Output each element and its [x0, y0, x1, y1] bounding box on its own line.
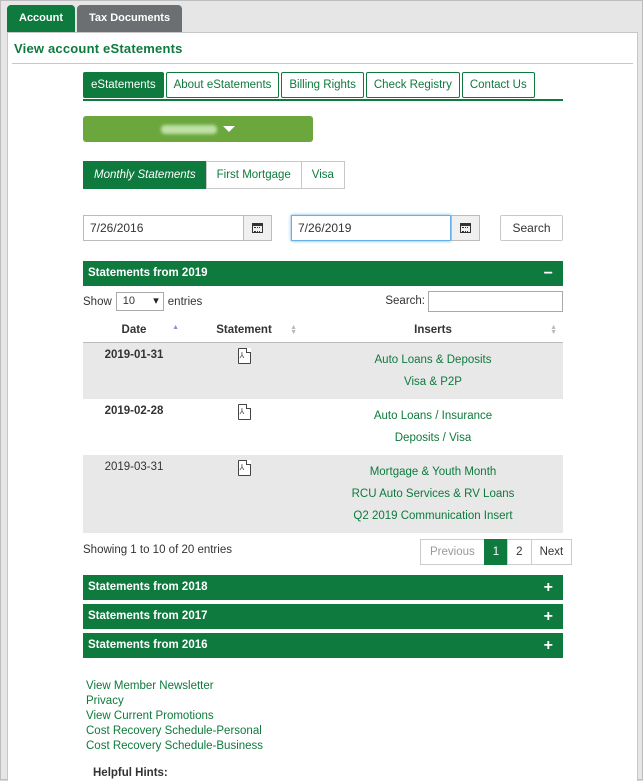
tab-about-estatements[interactable]: About eStatements [165, 72, 280, 98]
sort-icon: ▲ ▼ [290, 324, 297, 336]
date-column-header[interactable]: Date ▲ [83, 318, 185, 343]
collapse-icon[interactable]: − [544, 261, 553, 286]
expand-icon[interactable]: + [544, 575, 553, 600]
next-page-button[interactable]: Next [530, 539, 573, 565]
inserts-column-header[interactable]: Inserts ▲ ▼ [303, 318, 563, 343]
expand-icon[interactable]: + [544, 633, 553, 658]
content-panel: View account eStatements eStatements Abo… [7, 32, 638, 781]
page-length-select[interactable]: 10 [115, 292, 164, 311]
pdf-icon[interactable] [237, 403, 251, 420]
table-search-input[interactable] [428, 291, 563, 312]
insert-link[interactable]: Mortgage & Youth Month [303, 461, 563, 483]
estatement-tabs: eStatements About eStatements Billing Ri… [83, 72, 563, 101]
statement-column-header[interactable]: Statement ▲ ▼ [185, 318, 303, 343]
account-dropdown[interactable] [83, 116, 313, 142]
search-button[interactable]: Search [500, 215, 563, 241]
end-date-calendar-button[interactable] [451, 215, 480, 241]
tab-billing-rights[interactable]: Billing Rights [281, 72, 364, 98]
insert-link[interactable]: Auto Loans / Insurance [303, 405, 563, 427]
insert-link[interactable]: RCU Auto Services & RV Loans [303, 483, 563, 505]
expand-icon[interactable]: + [544, 604, 553, 629]
sort-asc-icon: ▲ [172, 324, 179, 331]
end-date-input[interactable] [291, 215, 451, 241]
caret-down-icon [223, 126, 235, 132]
start-date-calendar-button[interactable] [243, 215, 272, 241]
start-date-input[interactable] [83, 215, 243, 241]
previous-page-button[interactable]: Previous [420, 539, 485, 565]
start-date-group [83, 215, 272, 241]
statements-table: Date▲ Statement▲▼ Inserts▲▼ 2019-01-31 A… [83, 318, 563, 533]
section-2016-header[interactable]: Statements from 2016 + [83, 633, 563, 658]
page-1-button[interactable]: 1 [483, 539, 509, 565]
sort-icon: ▲ ▼ [550, 324, 557, 336]
tab-estatements[interactable]: eStatements [83, 72, 164, 98]
pdf-icon[interactable] [237, 459, 251, 476]
privacy-link[interactable]: Privacy [86, 694, 263, 709]
insert-link[interactable]: Deposits / Visa [303, 427, 563, 449]
calendar-icon [252, 223, 263, 233]
table-info: Showing 1 to 10 of 20 entries [83, 544, 232, 556]
monthly-statements-button[interactable]: Monthly Statements [83, 161, 207, 189]
tab-account[interactable]: Account [7, 5, 75, 32]
account-number-redacted [161, 124, 217, 134]
entries-label: entries [167, 295, 203, 308]
section-2018-header[interactable]: Statements from 2018 + [83, 575, 563, 600]
page-title: View account eStatements [14, 41, 183, 56]
table-row: 2019-03-31 Mortgage & Youth Month RCU Au… [83, 454, 563, 533]
table-search-label: Search: [385, 295, 425, 307]
calendar-icon [460, 223, 471, 233]
pagination: Previous 1 2 Next [420, 539, 573, 565]
section-label: Statements from 2016 [88, 639, 208, 651]
insert-link[interactable]: Visa & P2P [303, 371, 563, 393]
table-row: 2019-02-28 Auto Loans / Insurance Deposi… [83, 398, 563, 455]
statement-type-toggle: Monthly Statements First Mortgage Visa [83, 161, 345, 189]
insert-link[interactable]: Q2 2019 Communication Insert [303, 505, 563, 527]
tab-tax-documents[interactable]: Tax Documents [77, 5, 183, 32]
table-row: 2019-01-31 Auto Loans & Deposits Visa & … [83, 342, 563, 399]
table-controls: Show 10 entries Search: [83, 289, 563, 312]
section-label: Statements from 2019 [88, 267, 208, 279]
current-promotions-link[interactable]: View Current Promotions [86, 709, 263, 724]
window-frame: Account Tax Documents View account eStat… [0, 0, 643, 781]
title-divider [12, 63, 633, 64]
member-newsletter-link[interactable]: View Member Newsletter [86, 679, 263, 694]
section-label: Statements from 2018 [88, 581, 208, 593]
statement-date: 2019-01-31 [83, 342, 185, 399]
section-label: Statements from 2017 [88, 610, 208, 622]
first-mortgage-button[interactable]: First Mortgage [205, 161, 302, 189]
statement-date: 2019-02-28 [83, 398, 185, 455]
helpful-hints-heading: Helpful Hints: [93, 767, 168, 779]
tab-contact-us[interactable]: Contact Us [461, 72, 535, 98]
statement-date: 2019-03-31 [83, 454, 185, 533]
tab-check-registry[interactable]: Check Registry [365, 72, 460, 98]
cost-recovery-business-link[interactable]: Cost Recovery Schedule-Business [86, 739, 263, 754]
end-date-group [291, 215, 480, 241]
section-2017-header[interactable]: Statements from 2017 + [83, 604, 563, 629]
page-2-button[interactable]: 2 [507, 539, 532, 565]
pdf-icon[interactable] [237, 347, 251, 364]
show-label: Show [83, 295, 112, 308]
visa-button[interactable]: Visa [300, 161, 345, 189]
section-2019-header[interactable]: Statements from 2019 − [83, 261, 563, 286]
insert-link[interactable]: Auto Loans & Deposits [303, 349, 563, 371]
footer-links: View Member Newsletter Privacy View Curr… [86, 679, 263, 754]
cost-recovery-personal-link[interactable]: Cost Recovery Schedule-Personal [86, 724, 263, 739]
outer-tabs: Account Tax Documents [7, 5, 183, 32]
